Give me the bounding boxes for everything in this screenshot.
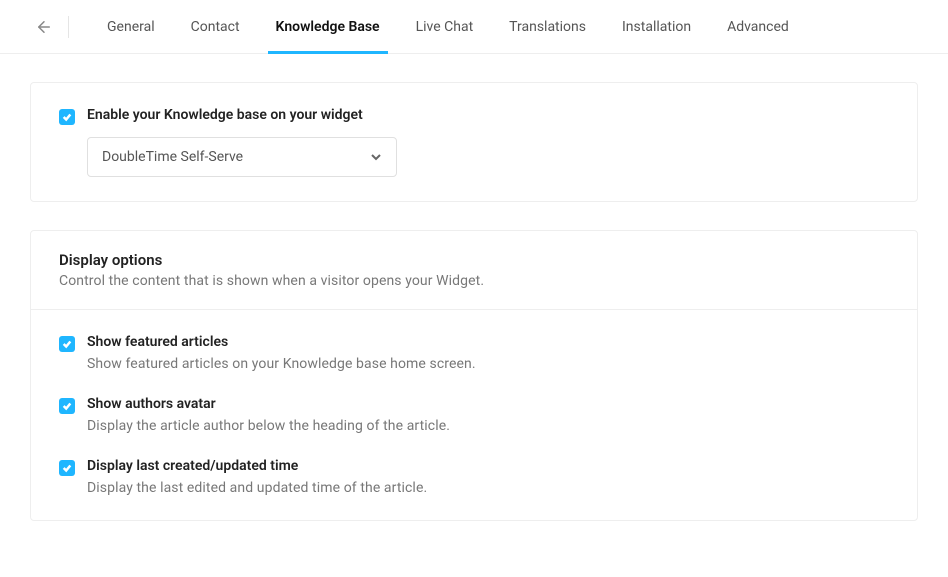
display-options-header: Display options Control the content that… [31, 231, 917, 310]
enable-kb-card: Enable your Knowledge base on your widge… [30, 82, 918, 202]
tab-label: General [107, 19, 155, 35]
featured-articles-checkbox[interactable] [59, 336, 75, 352]
top-bar: General Contact Knowledge Base Live Chat… [0, 0, 948, 54]
option-title: Display last created/updated time [87, 458, 889, 474]
tab-label: Translations [509, 19, 586, 35]
tab-advanced[interactable]: Advanced [709, 0, 807, 53]
tab-knowledge-base[interactable]: Knowledge Base [258, 0, 398, 53]
check-icon [62, 339, 72, 349]
arrow-left-icon [35, 18, 53, 36]
option-desc: Display the article author below the hea… [87, 418, 889, 434]
tab-label: Installation [622, 19, 691, 35]
kb-select-value: DoubleTime Self-Serve [102, 149, 243, 165]
option-title: Show featured articles [87, 334, 889, 350]
tab-label: Knowledge Base [276, 19, 380, 35]
chevron-down-icon [370, 151, 382, 163]
option-title: Show authors avatar [87, 396, 889, 412]
check-icon [62, 401, 72, 411]
tab-installation[interactable]: Installation [604, 0, 709, 53]
display-options-subtitle: Control the content that is shown when a… [59, 273, 889, 289]
option-authors-avatar: Show authors avatar Display the article … [59, 396, 889, 434]
content-area: Enable your Knowledge base on your widge… [0, 54, 948, 577]
authors-avatar-checkbox[interactable] [59, 398, 75, 414]
back-button[interactable] [30, 13, 58, 41]
tab-label: Contact [191, 19, 240, 35]
last-updated-checkbox[interactable] [59, 460, 75, 476]
enable-kb-label: Enable your Knowledge base on your widge… [87, 107, 889, 123]
vertical-divider [68, 16, 69, 38]
enable-kb-checkbox[interactable] [59, 109, 75, 125]
tab-general[interactable]: General [89, 0, 173, 53]
tab-live-chat[interactable]: Live Chat [398, 0, 492, 53]
check-icon [62, 463, 72, 473]
option-featured-articles: Show featured articles Show featured art… [59, 334, 889, 372]
display-options-title: Display options [59, 251, 889, 269]
enable-kb-row: Enable your Knowledge base on your widge… [59, 107, 889, 177]
option-desc: Display the last edited and updated time… [87, 480, 889, 496]
check-icon [62, 112, 72, 122]
option-last-updated: Display last created/updated time Displa… [59, 458, 889, 496]
tab-bar: General Contact Knowledge Base Live Chat… [89, 0, 807, 53]
tab-label: Live Chat [416, 19, 474, 35]
display-options-card: Display options Control the content that… [30, 230, 918, 521]
tab-translations[interactable]: Translations [491, 0, 604, 53]
tab-contact[interactable]: Contact [173, 0, 258, 53]
tab-label: Advanced [727, 19, 789, 35]
kb-select[interactable]: DoubleTime Self-Serve [87, 137, 397, 177]
option-desc: Show featured articles on your Knowledge… [87, 356, 889, 372]
